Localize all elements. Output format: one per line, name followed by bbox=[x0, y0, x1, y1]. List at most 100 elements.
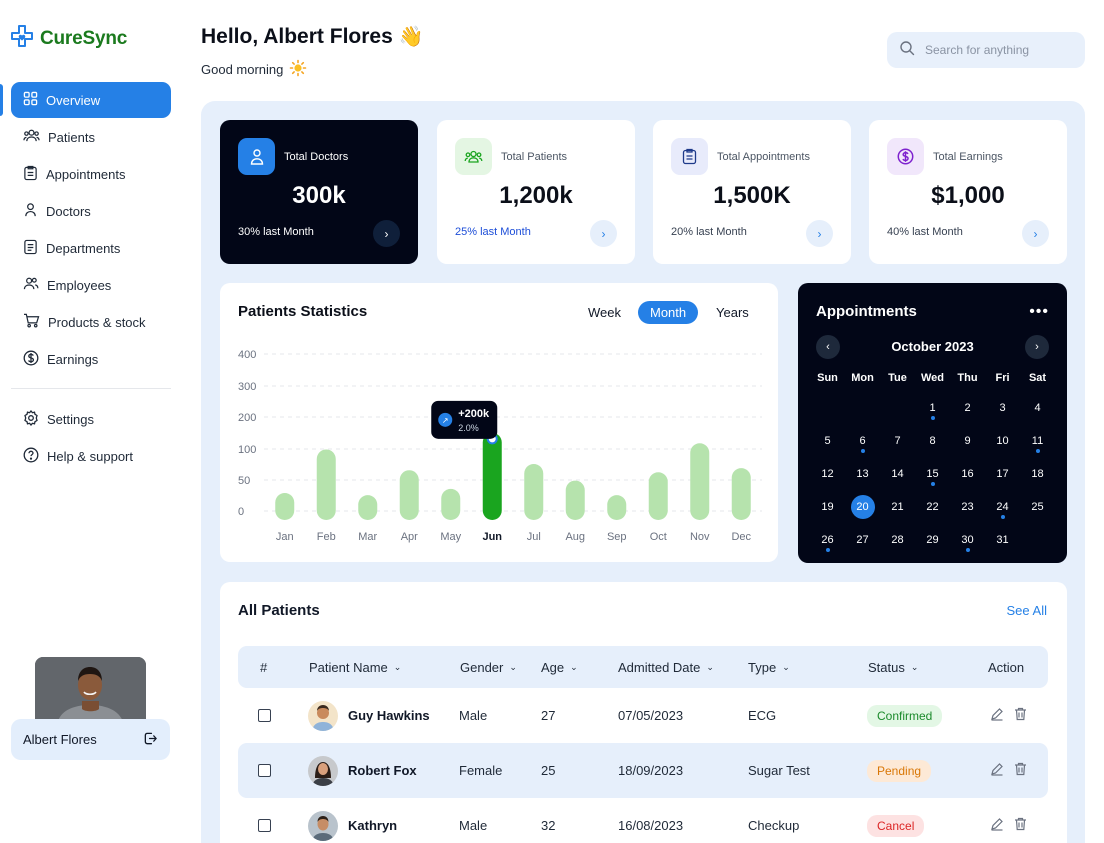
calendar-day[interactable]: 3 bbox=[985, 391, 1020, 424]
x-tick-label: Feb bbox=[317, 531, 336, 543]
calendar-day[interactable]: 13 bbox=[845, 457, 880, 490]
sidebar-item-settings[interactable]: Settings bbox=[11, 401, 171, 437]
chevron-right-icon[interactable]: › bbox=[806, 220, 833, 247]
calendar-day[interactable]: 18 bbox=[1020, 457, 1055, 490]
admitted-date: 07/05/2023 bbox=[618, 708, 684, 723]
column-label: Status bbox=[868, 659, 905, 675]
calendar-day[interactable]: 31 bbox=[985, 523, 1020, 556]
calendar-day[interactable]: 28 bbox=[880, 523, 915, 556]
column-header-admitted-date[interactable]: Admitted Date ⌄ bbox=[618, 646, 714, 688]
sidebar-item-label: Patients bbox=[48, 129, 95, 145]
sidebar-item-overview[interactable]: Overview bbox=[11, 82, 171, 118]
table-row[interactable]: Robert Fox Female 25 18/09/2023 Sugar Te… bbox=[238, 743, 1048, 798]
calendar-day[interactable]: 27 bbox=[845, 523, 880, 556]
sidebar-item-products-stock[interactable]: Products & stock bbox=[11, 304, 171, 340]
logout-icon[interactable] bbox=[143, 731, 158, 749]
row-checkbox[interactable] bbox=[258, 764, 271, 777]
appointment-dot bbox=[1000, 515, 1005, 519]
stat-card-total-appointments[interactable]: Total Appointments 1,500K 20% last Month… bbox=[653, 120, 851, 264]
sidebar-item-departments[interactable]: Departments bbox=[11, 230, 171, 266]
sidebar-item-employees[interactable]: Employees bbox=[11, 267, 171, 303]
calendar-day[interactable]: 11 bbox=[1020, 424, 1055, 457]
calendar-day[interactable]: 16 bbox=[950, 457, 985, 490]
day-number: 17 bbox=[996, 467, 1009, 480]
user-profile-card[interactable]: Albert Flores bbox=[11, 719, 170, 760]
stat-card-total-earnings[interactable]: Total Earnings $1,000 40% last Month › bbox=[869, 120, 1067, 264]
search-input[interactable] bbox=[925, 43, 1075, 57]
row-checkbox[interactable] bbox=[258, 709, 271, 722]
bar-may bbox=[441, 488, 461, 520]
stat-card-total-doctors[interactable]: Total Doctors 300k 30% last Month › bbox=[220, 120, 418, 264]
row-checkbox[interactable] bbox=[258, 819, 271, 832]
calendar-day[interactable]: 21 bbox=[880, 490, 915, 523]
calendar-day[interactable]: 26 bbox=[810, 523, 845, 556]
edit-icon[interactable] bbox=[990, 707, 1004, 724]
tooltip-percent: 2.0% bbox=[458, 423, 479, 433]
calendar-day[interactable]: 9 bbox=[950, 424, 985, 457]
trash-icon[interactable] bbox=[1014, 817, 1027, 834]
subtitle-text: Good morning bbox=[201, 62, 284, 77]
edit-icon[interactable] bbox=[990, 762, 1004, 779]
patient-avatar bbox=[308, 700, 338, 731]
calendar-day[interactable]: 10 bbox=[985, 424, 1020, 457]
day-number: 24 bbox=[996, 500, 1009, 513]
calendar-day[interactable]: 14 bbox=[880, 457, 915, 490]
test-type: Sugar Test bbox=[748, 763, 810, 778]
calendar-day[interactable]: 20 bbox=[845, 490, 880, 523]
trash-icon[interactable] bbox=[1014, 762, 1027, 779]
calendar-day[interactable]: 4 bbox=[1020, 391, 1055, 424]
column-header-status[interactable]: Status ⌄ bbox=[868, 646, 918, 688]
table-row[interactable]: Guy Hawkins Male 27 07/05/2023 ECG Confi… bbox=[238, 688, 1048, 743]
stat-card-total-patients[interactable]: Total Patients 1,200k 25% last Month › bbox=[437, 120, 635, 264]
calendar-day[interactable]: 2 bbox=[950, 391, 985, 424]
test-type: Checkup bbox=[748, 818, 800, 833]
chevron-right-icon[interactable]: › bbox=[590, 220, 617, 247]
search-bar[interactable] bbox=[887, 32, 1085, 68]
sidebar-item-patients[interactable]: Patients bbox=[11, 119, 171, 155]
x-tick-label: Jul bbox=[527, 531, 541, 543]
day-number: 20 bbox=[850, 494, 875, 519]
calendar-day[interactable]: 25 bbox=[1020, 490, 1055, 523]
appointment-dot bbox=[860, 449, 865, 453]
day-number: 18 bbox=[1031, 467, 1044, 480]
chevron-right-icon[interactable]: › bbox=[1025, 335, 1049, 359]
sidebar-item-appointments[interactable]: Appointments bbox=[11, 156, 171, 192]
day-number: 26 bbox=[821, 533, 834, 546]
calendar-day[interactable]: 19 bbox=[810, 490, 845, 523]
calendar-day[interactable]: 17 bbox=[985, 457, 1020, 490]
calendar-day[interactable]: 1 bbox=[915, 391, 950, 424]
calendar-day[interactable]: 23 bbox=[950, 490, 985, 523]
chevron-right-icon[interactable]: › bbox=[1022, 220, 1049, 247]
calendar-day[interactable]: 7 bbox=[880, 424, 915, 457]
calendar-day[interactable]: 30 bbox=[950, 523, 985, 556]
brand[interactable]: CureSync bbox=[10, 24, 127, 53]
day-number: 16 bbox=[961, 467, 974, 480]
calendar-day[interactable]: 12 bbox=[810, 457, 845, 490]
table-row[interactable]: Kathryn Male 32 16/08/2023 Checkup Cance… bbox=[238, 798, 1048, 843]
calendar-day[interactable]: 8 bbox=[915, 424, 950, 457]
edit-icon[interactable] bbox=[990, 817, 1004, 834]
calendar-day[interactable]: 24 bbox=[985, 490, 1020, 523]
calendar-day[interactable]: 29 bbox=[915, 523, 950, 556]
sidebar-item-doctors[interactable]: Doctors bbox=[11, 193, 171, 229]
day-number: 14 bbox=[891, 467, 904, 480]
column-header-gender[interactable]: Gender ⌄ bbox=[460, 646, 517, 688]
grid-icon bbox=[23, 91, 38, 109]
column-header-type[interactable]: Type ⌄ bbox=[748, 646, 790, 688]
sidebar-item-earnings[interactable]: Earnings bbox=[11, 341, 171, 377]
day-number: 19 bbox=[821, 500, 834, 513]
day-number: 10 bbox=[996, 434, 1009, 447]
see-all-link[interactable]: See All bbox=[1007, 603, 1047, 618]
more-options-icon[interactable]: ••• bbox=[1029, 303, 1049, 321]
calendar-day[interactable]: 6 bbox=[845, 424, 880, 457]
calendar-day[interactable]: 15 bbox=[915, 457, 950, 490]
trash-icon[interactable] bbox=[1014, 707, 1027, 724]
calendar-day[interactable]: 5 bbox=[810, 424, 845, 457]
chevron-right-icon[interactable]: › bbox=[373, 220, 400, 247]
calendar-day[interactable]: 22 bbox=[915, 490, 950, 523]
bar-chart: 400 300 200 100 50 0 Jan Feb Mar Apr May Jun ↗ +200k 2… bbox=[238, 349, 762, 543]
day-number: 25 bbox=[1031, 500, 1044, 513]
column-header-age[interactable]: Age ⌄ bbox=[541, 646, 578, 688]
sidebar-item-help-support[interactable]: Help & support bbox=[11, 438, 171, 474]
column-header-patient-name[interactable]: Patient Name ⌄ bbox=[309, 646, 401, 688]
